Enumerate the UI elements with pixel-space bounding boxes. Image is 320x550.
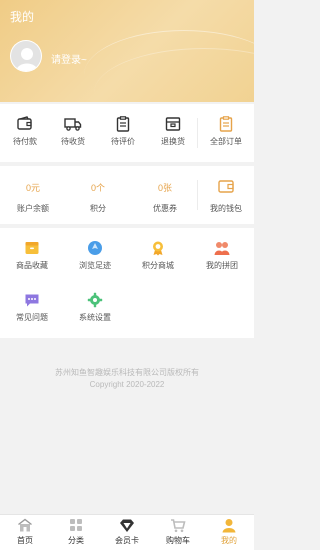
tool-label: 积分商城	[142, 261, 174, 270]
points[interactable]: 0个 积分	[73, 181, 123, 214]
chat-question-icon	[25, 294, 39, 307]
balance-label: 账户余额	[17, 204, 49, 213]
tab-home[interactable]: 首页	[0, 518, 50, 546]
points-mall-entry[interactable]: 积分商城	[133, 240, 183, 271]
footprint-icon	[88, 241, 102, 255]
purse-icon	[218, 180, 234, 193]
my-wallet-label: 我的钱包	[210, 204, 242, 213]
history-entry[interactable]: 浏览足迹	[70, 240, 120, 271]
all-orders-label: 全部订单	[210, 137, 242, 146]
points-label: 积分	[90, 204, 106, 213]
coupons-label: 优惠券	[153, 204, 177, 213]
faq-entry[interactable]: 常见问题	[7, 292, 57, 323]
settings-gear-icon	[87, 292, 103, 308]
coupons[interactable]: 0张 优惠券	[140, 181, 190, 214]
company-notice: 苏州知鱼智趣娱乐科技有限公司版权所有	[55, 368, 199, 377]
order-list-icon	[219, 116, 233, 132]
order-label: 待付款	[13, 137, 37, 146]
return-box-icon	[165, 117, 181, 131]
coupons-value: 0张	[157, 183, 172, 193]
tab-member-card[interactable]: 会员卡	[102, 518, 152, 546]
wallet-icon	[17, 116, 32, 130]
points-value: 0个	[90, 183, 105, 193]
order-returns[interactable]: 退换货	[148, 116, 198, 147]
tab-label: 首页	[17, 536, 33, 545]
order-pending-receipt[interactable]: 待收货	[48, 116, 98, 147]
my-wallet-link[interactable]: 我的钱包	[198, 178, 254, 214]
medal-icon	[153, 241, 163, 256]
favorite-box-icon	[25, 242, 39, 254]
tab-label: 我的	[221, 536, 237, 545]
tab-label: 会员卡	[115, 536, 139, 545]
account-balance[interactable]: 0元 账户余额	[8, 181, 58, 214]
order-pending-payment[interactable]: 待付款	[0, 116, 50, 147]
order-pending-review[interactable]: 待评价	[98, 116, 148, 147]
home-icon	[18, 518, 32, 532]
tool-label: 常见问题	[16, 313, 48, 322]
group-icon	[214, 242, 230, 255]
tool-label: 我的拼团	[206, 261, 238, 270]
tools-section: 商品收藏 浏览足迹 积分商城 我的拼团 常见问题 系统设置	[0, 228, 254, 338]
diamond-icon	[120, 519, 134, 532]
bottom-tab-bar: 首页 分类 会员卡 购物车 我的	[0, 514, 254, 550]
tab-label: 购物车	[166, 536, 190, 545]
avatar[interactable]	[10, 40, 42, 72]
page-title: 我的	[10, 10, 35, 24]
orders-section: 待付款 待收货 待评价 退换货 全部订单	[0, 104, 254, 162]
copyright-notice: Copyright 2020-2022	[89, 380, 165, 389]
tab-label: 分类	[68, 536, 84, 545]
balance-value: 0元	[25, 183, 40, 193]
group-buy-entry[interactable]: 我的拼团	[197, 240, 247, 271]
category-grid-icon	[70, 519, 82, 531]
profile-header: 我的 请登录~	[0, 0, 254, 102]
user-icon	[222, 519, 236, 533]
settings-entry[interactable]: 系统设置	[70, 292, 120, 323]
tab-mine[interactable]: 我的	[204, 518, 254, 546]
order-label: 退换货	[161, 137, 185, 146]
cart-icon	[171, 519, 186, 533]
order-label: 待评价	[111, 137, 135, 146]
tool-label: 浏览足迹	[79, 261, 111, 270]
order-label: 待收货	[61, 137, 85, 146]
favorites-entry[interactable]: 商品收藏	[7, 240, 57, 271]
clipboard-icon	[116, 116, 130, 132]
default-avatar-icon	[11, 41, 41, 71]
tool-label: 商品收藏	[16, 261, 48, 270]
tab-cart[interactable]: 购物车	[153, 518, 203, 546]
wallet-section: 0元 账户余额 0个 积分 0张 优惠券 我的钱包	[0, 166, 254, 224]
tab-category[interactable]: 分类	[51, 518, 101, 546]
truck-icon	[64, 118, 82, 131]
tool-label: 系统设置	[79, 313, 111, 322]
all-orders-link[interactable]: 全部订单	[198, 116, 254, 147]
login-prompt-link[interactable]: 请登录~	[51, 51, 87, 66]
